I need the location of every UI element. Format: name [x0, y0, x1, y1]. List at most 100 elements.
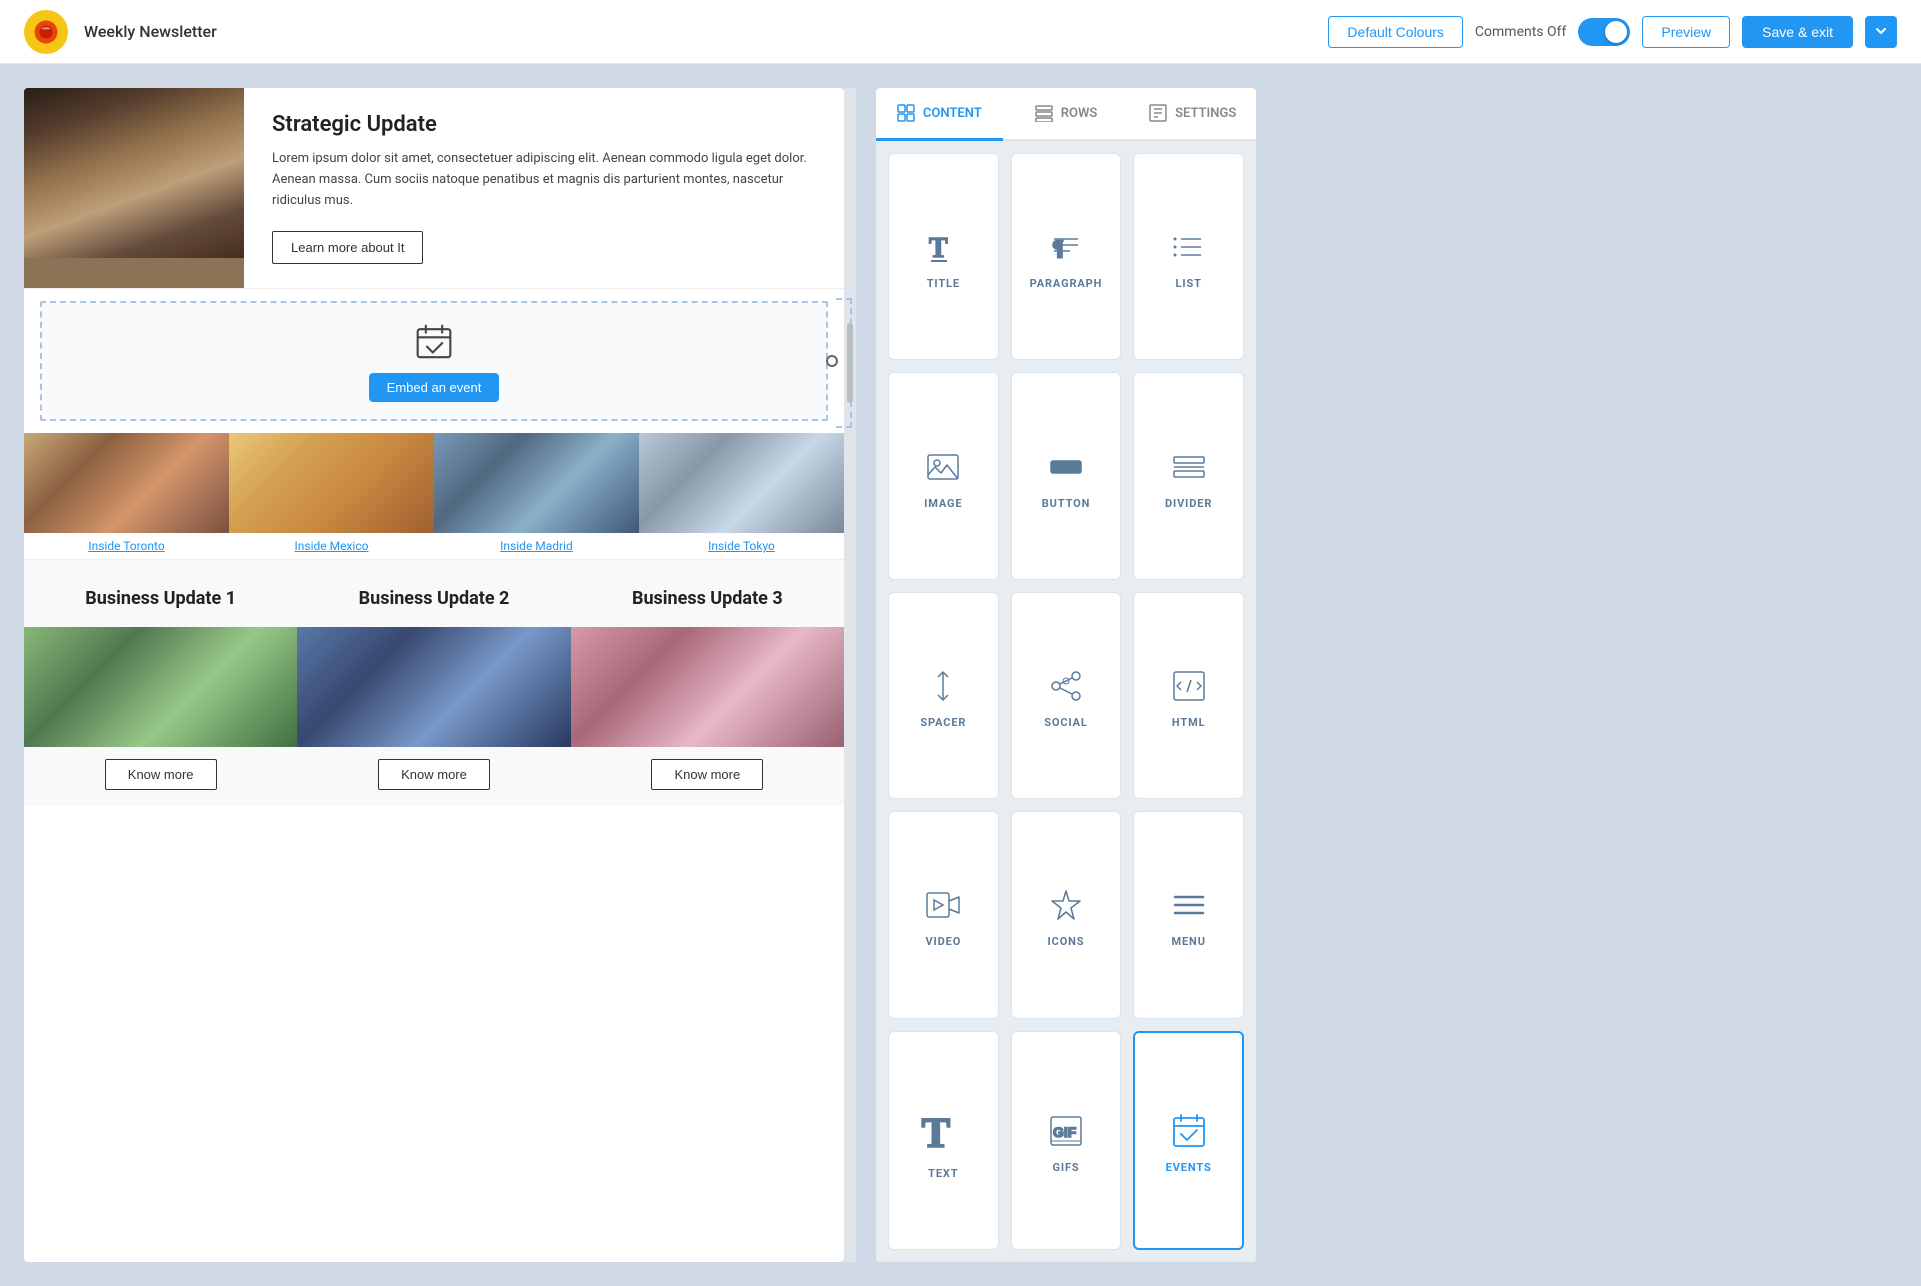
know-more-button-1[interactable]: Know more — [105, 759, 217, 790]
strategic-body: Lorem ipsum dolor sit amet, consectetuer… — [272, 149, 816, 211]
content-item-paragraph[interactable]: ¶ PARAGRAPH — [1011, 153, 1122, 360]
events-icon — [1171, 1113, 1207, 1149]
social-label: SOCIAL — [1044, 716, 1088, 729]
comments-toggle[interactable] — [1578, 18, 1630, 46]
save-exit-dropdown[interactable] — [1865, 16, 1897, 48]
video-icon — [925, 887, 961, 923]
list-icon — [1171, 229, 1207, 265]
tab-rows-label: ROWS — [1061, 106, 1098, 121]
resize-handle[interactable] — [826, 355, 838, 367]
embed-inner: Embed an event — [369, 321, 500, 402]
menu-icon — [1171, 887, 1207, 923]
text-icon: T — [919, 1107, 967, 1155]
know-more-button-3[interactable]: Know more — [651, 759, 763, 790]
panel-tabs: CONTENT ROWS SETTINGS — [876, 88, 1256, 141]
location-mexico: Inside Mexico — [229, 433, 434, 559]
tab-settings-label: SETTINGS — [1175, 106, 1236, 121]
divider-label: DIVIDER — [1165, 497, 1212, 510]
title-icon: T — [925, 229, 961, 265]
content-item-button[interactable]: BUTTON — [1011, 372, 1122, 579]
rows-tab-icon — [1035, 104, 1053, 122]
topbar: Weekly Newsletter Default Colours Commen… — [0, 0, 1921, 64]
tab-settings[interactable]: SETTINGS — [1129, 88, 1256, 141]
default-colours-button[interactable]: Default Colours — [1328, 16, 1463, 48]
video-label: VIDEO — [925, 935, 961, 948]
tab-rows[interactable]: ROWS — [1003, 88, 1130, 141]
content-item-text[interactable]: T TEXT — [888, 1031, 999, 1250]
business-col-3: Business Update 3 — [571, 576, 844, 627]
content-item-events[interactable]: EVENTS — [1133, 1031, 1244, 1250]
learn-more-button[interactable]: Learn more about It — [272, 231, 423, 264]
content-item-gifs[interactable]: GIF GIFS — [1011, 1031, 1122, 1250]
content-grid: T TITLE ¶ PARAGRAPH — [876, 141, 1256, 1262]
tab-content[interactable]: CONTENT — [876, 88, 1003, 141]
svg-text:T: T — [929, 233, 948, 264]
button-icon — [1048, 449, 1084, 485]
preview-button[interactable]: Preview — [1642, 16, 1730, 48]
menu-label: MENU — [1171, 935, 1205, 948]
html-label: HTML — [1172, 716, 1206, 729]
content-item-list[interactable]: LIST — [1133, 153, 1244, 360]
embed-event-button[interactable]: Embed an event — [369, 373, 500, 402]
save-exit-button[interactable]: Save & exit — [1742, 16, 1853, 48]
text-label: TEXT — [928, 1167, 958, 1180]
business-title-1: Business Update 1 — [40, 588, 281, 609]
svg-text:T: T — [922, 1110, 950, 1155]
business-images-row — [24, 627, 844, 747]
know-more-row: Know more Know more Know more — [24, 747, 844, 806]
business-image-2 — [297, 627, 570, 747]
gifs-icon: GIF — [1048, 1113, 1084, 1149]
business-image-3 — [571, 627, 844, 747]
content-item-title[interactable]: T TITLE — [888, 153, 999, 360]
paragraph-icon: ¶ — [1048, 229, 1084, 265]
scroll-thumb[interactable] — [847, 323, 853, 403]
image-icon — [925, 449, 961, 485]
spacer-label: SPACER — [920, 716, 966, 729]
content-item-image[interactable]: IMAGE — [888, 372, 999, 579]
title-label: TITLE — [927, 277, 960, 290]
icons-label: ICONS — [1048, 935, 1085, 948]
business-col-1: Business Update 1 — [24, 576, 297, 627]
tokyo-photo — [639, 433, 844, 533]
settings-tab-icon — [1149, 104, 1167, 122]
tab-content-label: CONTENT — [923, 106, 982, 121]
embed-section: Embed an event — [40, 301, 828, 421]
madrid-photo — [434, 433, 639, 533]
content-item-video[interactable]: VIDEO — [888, 811, 999, 1018]
page-title: Weekly Newsletter — [84, 22, 1312, 41]
location-tokyo: Inside Tokyo — [639, 433, 844, 559]
toronto-photo — [24, 433, 229, 533]
comments-label: Comments Off — [1475, 24, 1566, 40]
business-image-1 — [24, 627, 297, 747]
content-item-spacer[interactable]: SPACER — [888, 592, 999, 799]
toronto-link[interactable]: Inside Toronto — [88, 533, 164, 559]
scrollbar[interactable] — [844, 88, 856, 1262]
content-item-html[interactable]: HTML — [1133, 592, 1244, 799]
spacer-icon — [925, 668, 961, 704]
content-item-divider[interactable]: DIVIDER — [1133, 372, 1244, 579]
icons-icon — [1048, 887, 1084, 923]
mexico-link[interactable]: Inside Mexico — [295, 533, 369, 559]
html-icon — [1171, 668, 1207, 704]
content-tab-icon — [897, 104, 915, 122]
topbar-actions: Default Colours Comments Off Preview Sav… — [1328, 16, 1897, 48]
business-titles-row: Business Update 1 Business Update 2 Busi… — [24, 576, 844, 627]
divider-icon — [1171, 449, 1207, 485]
embed-section-wrapper: Embed an event — [24, 289, 844, 433]
business-title-3: Business Update 3 — [587, 588, 828, 609]
strategic-title: Strategic Update — [272, 112, 816, 137]
events-label: EVENTS — [1166, 1161, 1212, 1174]
content-item-icons[interactable]: ICONS — [1011, 811, 1122, 1018]
svg-text:GIF: GIF — [1053, 1124, 1077, 1140]
madrid-link[interactable]: Inside Madrid — [500, 533, 573, 559]
right-panel: CONTENT ROWS SETTINGS — [876, 88, 1256, 1262]
main-layout: Strategic Update Lorem ipsum dolor sit a… — [0, 64, 1921, 1286]
know-more-button-2[interactable]: Know more — [378, 759, 490, 790]
location-madrid: Inside Madrid — [434, 433, 639, 559]
content-item-social[interactable]: SOCIAL — [1011, 592, 1122, 799]
content-item-menu[interactable]: MENU — [1133, 811, 1244, 1018]
list-label: LIST — [1176, 277, 1202, 290]
tokyo-link[interactable]: Inside Tokyo — [708, 533, 775, 559]
business-section: Business Update 1 Business Update 2 Busi… — [24, 560, 844, 806]
gifs-label: GIFS — [1052, 1161, 1079, 1174]
